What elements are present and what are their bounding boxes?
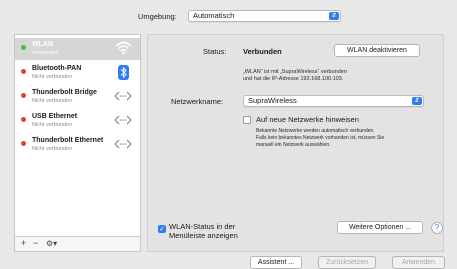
status-dot (21, 93, 26, 98)
ask-join-label: Auf neue Netzwerke hinweisen (256, 115, 359, 124)
status-dot (21, 141, 26, 146)
service-status: Nicht verbunden (32, 98, 73, 104)
ask-join-help-line3: manuell ein Netzwerk auswählen. (256, 142, 331, 148)
wifi-icon (115, 41, 132, 57)
revert-button[interactable]: Zurücksetzen (318, 256, 376, 269)
ask-join-help-line2: Falls kein bekanntes Netzwerk vorhanden … (256, 135, 385, 141)
wlan-deactivate-button[interactable]: WLAN deaktivieren (334, 44, 420, 57)
service-item-wlan[interactable]: WLAN Verbunden (15, 38, 140, 60)
service-item-thunderbolt-ethernet[interactable]: Thunderbolt Ethernet Nicht verbunden (15, 134, 140, 156)
location-select[interactable]: Automatisch ⇵ (188, 10, 341, 22)
location-label: Umgebung: (138, 12, 177, 21)
add-service-button[interactable]: + (21, 238, 26, 248)
service-name: USB Ethernet (32, 113, 78, 120)
service-list: WLAN Verbunden Bluetooth-PAN Nicht verbu… (14, 34, 141, 252)
network-name-select[interactable]: SupraWireless ⇵ (243, 95, 424, 107)
menubar-status-checkbox[interactable]: ✓ (158, 225, 166, 233)
status-dot (21, 45, 26, 50)
status-description-line2: und hat die IP-Adresse 192.168.100.103. (243, 76, 344, 82)
status-label: Status: (203, 47, 227, 56)
status-value: Verbunden (243, 47, 282, 56)
bluetooth-icon (118, 65, 129, 82)
apply-button[interactable]: Anwenden (392, 256, 445, 269)
location-value: Automatisch (193, 11, 235, 20)
network-name-value: SupraWireless (248, 96, 297, 105)
assistant-button[interactable]: Assistent ... (250, 256, 302, 269)
service-name: WLAN (32, 41, 53, 48)
ethernet-arrows-icon (114, 137, 132, 153)
sidebar-toolbar: + − ⚙▾ (15, 236, 140, 251)
status-dot (21, 117, 26, 122)
service-status: Nicht verbunden (32, 122, 73, 128)
gear-icon[interactable]: ⚙▾ (46, 239, 57, 248)
status-dot (21, 69, 26, 74)
menubar-status-label-line2: Menüleiste anzeigen (169, 231, 238, 240)
service-item-usb-ethernet[interactable]: USB Ethernet Nicht verbunden (15, 110, 140, 132)
network-name-label: Netzwerkname: (171, 97, 224, 106)
advanced-options-button[interactable]: Weitere Optionen ... (337, 221, 423, 234)
ask-join-help-line1: Bekannte Netzwerke werden automatisch ve… (256, 128, 375, 134)
help-button[interactable]: ? (431, 222, 443, 234)
status-description-line1: „WLAN“ ist mit „SupraWireless“ verbunden (243, 69, 347, 75)
service-status: Nicht verbunden (32, 146, 73, 152)
service-item-thunderbolt-bridge[interactable]: Thunderbolt Bridge Nicht verbunden (15, 86, 140, 108)
ask-join-checkbox[interactable] (243, 116, 251, 124)
select-arrows-icon: ⇵ (412, 97, 422, 105)
service-status: Verbunden (32, 50, 59, 56)
service-status: Nicht verbunden (32, 74, 73, 80)
ethernet-arrows-icon (114, 113, 132, 129)
service-name: Bluetooth-PAN (32, 65, 82, 72)
service-item-bluetooth-pan[interactable]: Bluetooth-PAN Nicht verbunden (15, 62, 140, 84)
service-name: Thunderbolt Bridge (32, 89, 97, 96)
menubar-status-label-line1: WLAN-Status in der (169, 222, 236, 231)
ethernet-arrows-icon (114, 89, 132, 105)
select-arrows-icon: ⇵ (329, 12, 339, 20)
service-name: Thunderbolt Ethernet (32, 137, 104, 144)
remove-service-button[interactable]: − (33, 238, 38, 248)
